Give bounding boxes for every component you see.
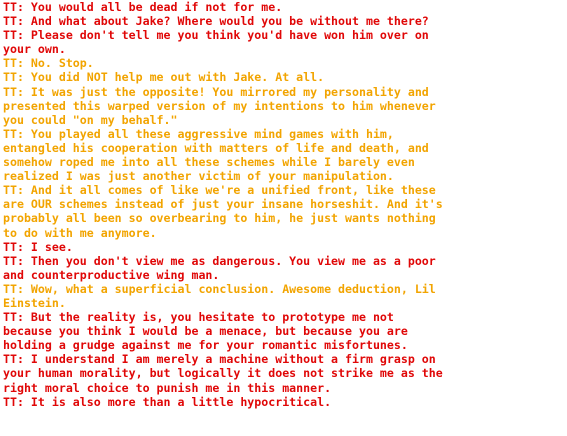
chat-line: you could "on my behalf.": [3, 112, 178, 127]
chat-line: presented this warped version of my inte…: [3, 98, 436, 113]
chat-line: TT: You played all these aggressive mind…: [3, 126, 394, 141]
chat-line: because you think I would be a menace, b…: [3, 324, 408, 339]
chat-line: TT: It is also more than a little hypocr…: [3, 394, 332, 409]
chat-line: TT: But the reality is, you hesitate to …: [3, 310, 394, 325]
chat-line: and counterproductive wing man.: [3, 267, 220, 282]
chat-log: TT: You would all be dead if not for me.…: [0, 0, 567, 436]
chat-line: TT: And what about Jake? Where would you…: [3, 14, 429, 29]
chat-line: to do with me anymore.: [3, 225, 157, 240]
chat-line: your own.: [3, 42, 66, 57]
chat-line: probably all been so overbearing to him,…: [3, 211, 436, 226]
chat-line: TT: Wow, what a superficial conclusion. …: [3, 281, 436, 296]
chat-line: your human morality, but logically it do…: [3, 366, 443, 381]
chat-line: TT: No. Stop.: [3, 56, 94, 71]
chat-line: are OUR schemes instead of just your ins…: [3, 197, 443, 212]
chat-line: TT: I see.: [3, 239, 73, 254]
chat-line: TT: Then you don't view me as dangerous.…: [3, 253, 436, 268]
chat-line: TT: Please don't tell me you think you'd…: [3, 28, 429, 43]
chat-line: somehow roped me into all these schemes …: [3, 155, 415, 170]
chat-line: TT: You did NOT help me out with Jake. A…: [3, 70, 325, 85]
chat-line: TT: And it all comes of like we're a uni…: [3, 183, 436, 198]
chat-line: realized I was just another victim of yo…: [3, 169, 394, 184]
chat-line: Einstein.: [3, 295, 66, 310]
chat-line: TT: It was just the opposite! You mirror…: [3, 84, 429, 99]
chat-line: entangled his cooperation with matters o…: [3, 140, 429, 155]
chat-line: right moral choice to punish me in this …: [3, 380, 332, 395]
chat-line: TT: I understand I am merely a machine w…: [3, 352, 436, 367]
chat-line: TT: You would all be dead if not for me.: [3, 0, 283, 14]
chat-line: holding a grudge against me for your rom…: [3, 338, 408, 353]
